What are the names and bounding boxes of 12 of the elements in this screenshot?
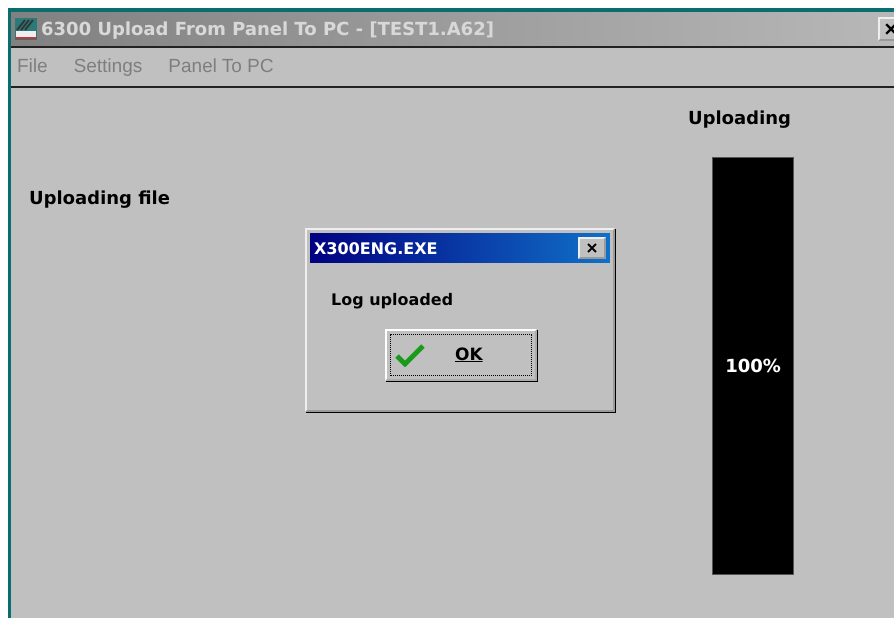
window-title: 6300 Upload From Panel To PC - [TEST1.A62] — [41, 18, 495, 40]
status-label: Uploading file — [29, 188, 170, 209]
checkmark-icon — [395, 343, 425, 367]
close-icon — [885, 23, 894, 35]
close-button[interactable] — [578, 237, 606, 259]
dialog-message: Log uploaded — [331, 290, 454, 309]
ok-button[interactable]: OK — [385, 329, 537, 381]
progress-title: Uploading — [688, 108, 791, 129]
dialog-title: X300ENG.EXE — [314, 238, 438, 258]
close-icon — [587, 243, 597, 253]
progress-reading: 100% — [724, 356, 782, 377]
app-logo-icon — [15, 18, 37, 40]
